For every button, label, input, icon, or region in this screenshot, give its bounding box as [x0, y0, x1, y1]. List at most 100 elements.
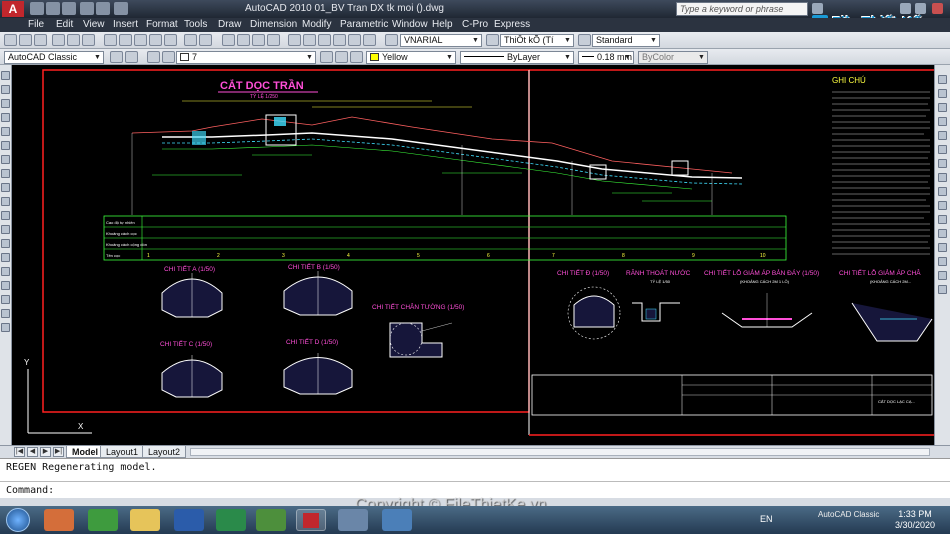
copy-icon[interactable] — [119, 34, 132, 46]
paint-app-icon[interactable] — [44, 509, 74, 531]
new-file-icon[interactable] — [4, 34, 17, 46]
tab-model[interactable]: Model — [66, 446, 104, 458]
menu-tools[interactable]: Tools — [184, 19, 207, 30]
previous-tab-button[interactable]: ◀ — [27, 447, 38, 457]
tab-layout2[interactable]: Layout2 — [142, 446, 187, 458]
menu-c-pro[interactable]: C-Pro — [462, 19, 488, 30]
menu-parametric[interactable]: Parametric — [340, 19, 388, 30]
last-tab-button[interactable]: ▶| — [53, 447, 64, 457]
menu-help[interactable]: Help — [432, 19, 453, 30]
table-style-dropdown[interactable]: Standard ▼ — [592, 34, 660, 47]
search-input[interactable]: Type a keyword or phrase — [676, 2, 808, 16]
application-menu-button[interactable]: A — [2, 1, 24, 17]
break-tool-icon[interactable] — [938, 229, 947, 238]
scale-tool-icon[interactable] — [938, 173, 947, 182]
region-tool-icon[interactable] — [1, 295, 10, 304]
explorer-app-icon[interactable] — [130, 509, 160, 531]
layer-manager-icon[interactable] — [147, 51, 160, 63]
insert-block-icon[interactable] — [1, 225, 10, 234]
move-tool-icon[interactable] — [938, 145, 947, 154]
word-app-icon[interactable] — [174, 509, 204, 531]
tab-layout1[interactable]: Layout1 — [100, 446, 145, 458]
save-icon[interactable] — [62, 2, 76, 15]
menu-view[interactable]: View — [83, 19, 105, 30]
copy-tool-icon[interactable] — [938, 89, 947, 98]
open-file-icon[interactable] — [19, 34, 32, 46]
make-block-icon[interactable] — [1, 239, 10, 248]
launcher-app-icon[interactable] — [88, 509, 118, 531]
menu-window[interactable]: Window — [392, 19, 428, 30]
erase-tool-icon[interactable] — [938, 75, 947, 84]
fillet-tool-icon[interactable] — [938, 271, 947, 280]
arc-tool-icon[interactable] — [1, 141, 10, 150]
layer-dropdown[interactable]: 7 ▼ — [176, 51, 316, 64]
image-app-icon[interactable] — [256, 509, 286, 531]
new-icon[interactable] — [30, 2, 44, 15]
workspace-dropdown[interactable]: AutoCAD Classic ▼ — [4, 51, 104, 64]
trim-tool-icon[interactable] — [938, 201, 947, 210]
tool-app-icon[interactable] — [338, 509, 368, 531]
polyline-tool-icon[interactable] — [1, 99, 10, 108]
xline-tool-icon[interactable] — [1, 85, 10, 94]
preview-icon[interactable] — [67, 34, 80, 46]
system-clock[interactable]: 1:33 PM 3/30/2020 — [884, 509, 946, 531]
tool-palettes-icon[interactable] — [318, 34, 331, 46]
first-tab-button[interactable]: |◀ — [14, 447, 25, 457]
match-properties-icon[interactable] — [149, 34, 162, 46]
extend-tool-icon[interactable] — [938, 215, 947, 224]
zoom-previous-icon[interactable] — [267, 34, 280, 46]
publish-icon[interactable] — [82, 34, 95, 46]
menu-dimension[interactable]: Dimension — [250, 19, 297, 30]
command-prompt[interactable]: Command: — [6, 485, 54, 496]
workspace-settings-icon[interactable] — [110, 51, 123, 63]
make-current-icon[interactable] — [320, 51, 333, 63]
excel-app-icon[interactable] — [216, 509, 246, 531]
menu-express[interactable]: Express — [494, 19, 530, 30]
color-dropdown[interactable]: Yellow ▼ — [366, 51, 456, 64]
linetype-dropdown[interactable]: ByLayer ▼ — [460, 51, 574, 64]
close-icon[interactable] — [932, 3, 943, 14]
redo-icon[interactable] — [96, 2, 110, 15]
menu-draw[interactable]: Draw — [218, 19, 241, 30]
horizontal-scrollbar[interactable] — [190, 448, 930, 456]
autocad-task-icon[interactable] — [296, 509, 326, 531]
chamfer-tool-icon[interactable] — [938, 257, 947, 266]
ellipse-arc-tool-icon[interactable] — [1, 211, 10, 220]
join-tool-icon[interactable] — [938, 243, 947, 252]
redo-tool-icon[interactable] — [199, 34, 212, 46]
undo-tool-icon[interactable] — [184, 34, 197, 46]
menu-file[interactable]: File — [28, 19, 44, 30]
rectangle-tool-icon[interactable] — [1, 127, 10, 136]
undo-icon[interactable] — [80, 2, 94, 15]
mirror-tool-icon[interactable] — [938, 103, 947, 112]
language-indicator[interactable]: EN — [760, 514, 773, 524]
pan-icon[interactable] — [222, 34, 235, 46]
paste-icon[interactable] — [134, 34, 147, 46]
lineweight-dropdown[interactable]: 0.18 mm ▼ — [578, 51, 634, 64]
line-tool-icon[interactable] — [1, 71, 10, 80]
circle-tool-icon[interactable] — [1, 155, 10, 164]
dim-style-dropdown[interactable]: ThiÔt kÕ (Tí ▼ — [500, 34, 574, 47]
layer-previous-icon[interactable] — [335, 51, 348, 63]
point-tool-icon[interactable] — [1, 253, 10, 262]
layer-states-icon[interactable] — [350, 51, 363, 63]
start-button[interactable] — [6, 508, 30, 532]
hatch-tool-icon[interactable] — [1, 267, 10, 276]
menu-modify[interactable]: Modify — [302, 19, 331, 30]
menu-format[interactable]: Format — [146, 19, 178, 30]
model-space-canvas[interactable]: CẮT DỌC TRẦN TỶ LỆ 1/250 Cao độ tự nhiên… — [12, 65, 934, 445]
array-tool-icon[interactable] — [938, 131, 947, 140]
revcloud-tool-icon[interactable] — [1, 169, 10, 178]
polygon-tool-icon[interactable] — [1, 113, 10, 122]
next-tab-button[interactable]: ▶ — [40, 447, 51, 457]
stretch-tool-icon[interactable] — [938, 187, 947, 196]
table-tool-icon[interactable] — [1, 309, 10, 318]
workspace-save-icon[interactable] — [125, 51, 138, 63]
properties-icon[interactable] — [288, 34, 301, 46]
gradient-tool-icon[interactable] — [1, 281, 10, 290]
mtext-tool-icon[interactable] — [1, 323, 10, 332]
block-editor-icon[interactable] — [164, 34, 177, 46]
sheet-set-icon[interactable] — [333, 34, 346, 46]
offset-tool-icon[interactable] — [938, 117, 947, 126]
screen-app-icon[interactable] — [382, 509, 412, 531]
